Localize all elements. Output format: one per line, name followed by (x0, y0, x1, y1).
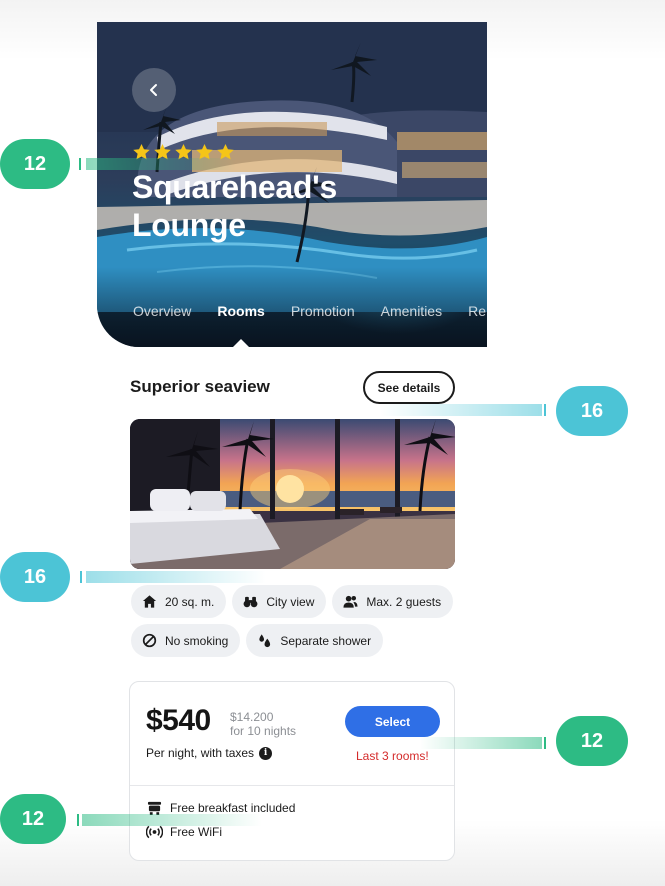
annotation-band (380, 404, 542, 416)
feature-label: Max. 2 guests (366, 594, 442, 609)
tab-amenities[interactable]: Amenities (381, 303, 442, 319)
per-night-note: Per night, with taxes i (146, 746, 273, 760)
price-card: $540 $14.200 for 10 nights Per night, wi… (129, 681, 455, 861)
annotation-band (86, 571, 266, 583)
shower-drops-icon (259, 634, 271, 648)
room-photo[interactable] (130, 419, 455, 569)
feature-label: No smoking (165, 633, 229, 648)
room-title: Superior seaview (130, 377, 270, 396)
feature-chip-smoking: No smoking (131, 624, 241, 657)
perk-label: Free breakfast included (170, 801, 296, 815)
hotel-name: Squarehead's Lounge (132, 169, 337, 243)
guests-icon (343, 595, 358, 608)
room-features: 20 sq. m. City view Max. 2 guests No smo… (131, 585, 461, 663)
annotation-tick (544, 404, 546, 416)
annotation-tick (77, 814, 79, 826)
feature-label: Separate shower (280, 633, 372, 648)
back-button[interactable] (132, 68, 176, 112)
hotel-hero: Squarehead's Lounge Overview Rooms Promo… (97, 22, 487, 347)
tab-reviews[interactable]: Re (468, 303, 486, 319)
feature-chip-size: 20 sq. m. (131, 585, 227, 618)
card-divider (130, 785, 454, 786)
spacing-badge: 16 (0, 552, 70, 602)
availability-warning: Last 3 rooms! (356, 749, 429, 763)
annotation-band (82, 814, 262, 826)
home-icon (142, 595, 157, 608)
chevron-left-icon (150, 84, 157, 96)
total-nights: for 10 nights (230, 724, 297, 738)
per-night-label: Per night, with taxes (146, 746, 255, 760)
select-room-button[interactable]: Select (345, 706, 440, 737)
feature-chip-guests: Max. 2 guests (332, 585, 454, 618)
annotation-tick (80, 571, 82, 583)
info-icon[interactable]: i (259, 746, 273, 760)
annotation-tick (544, 737, 546, 749)
room-image (130, 419, 455, 569)
spacing-badge: 12 (556, 716, 628, 766)
wifi-icon (146, 825, 163, 839)
feature-label: 20 sq. m. (165, 594, 215, 609)
spacing-badge: 12 (0, 139, 70, 189)
annotation-band (420, 737, 542, 749)
total-price: $14.200 (230, 710, 274, 724)
active-tab-indicator (232, 339, 250, 347)
annotation-band (86, 158, 236, 170)
see-details-button[interactable]: See details (363, 371, 455, 404)
perk-wifi: Free WiFi (146, 825, 222, 839)
total-price-block: $14.200 for 10 nights (230, 710, 296, 738)
spacing-badge: 16 (556, 386, 628, 436)
annotation-tick (79, 158, 81, 170)
nightly-price: $540 (146, 704, 211, 737)
breakfast-icon (147, 801, 162, 815)
tab-overview[interactable]: Overview (133, 303, 191, 319)
feature-chip-shower: Separate shower (246, 624, 384, 657)
spacing-badge: 12 (0, 794, 66, 844)
tab-promotion[interactable]: Promotion (291, 303, 355, 319)
perk-breakfast: Free breakfast included (146, 801, 295, 815)
tab-rooms[interactable]: Rooms (217, 303, 264, 319)
tab-bar: Overview Rooms Promotion Amenities Re (133, 303, 486, 319)
binoculars-icon (243, 596, 258, 608)
feature-label: City view (266, 594, 315, 609)
no-smoking-icon (142, 633, 157, 648)
perk-label: Free WiFi (170, 825, 222, 839)
feature-chip-view: City view (232, 585, 327, 618)
